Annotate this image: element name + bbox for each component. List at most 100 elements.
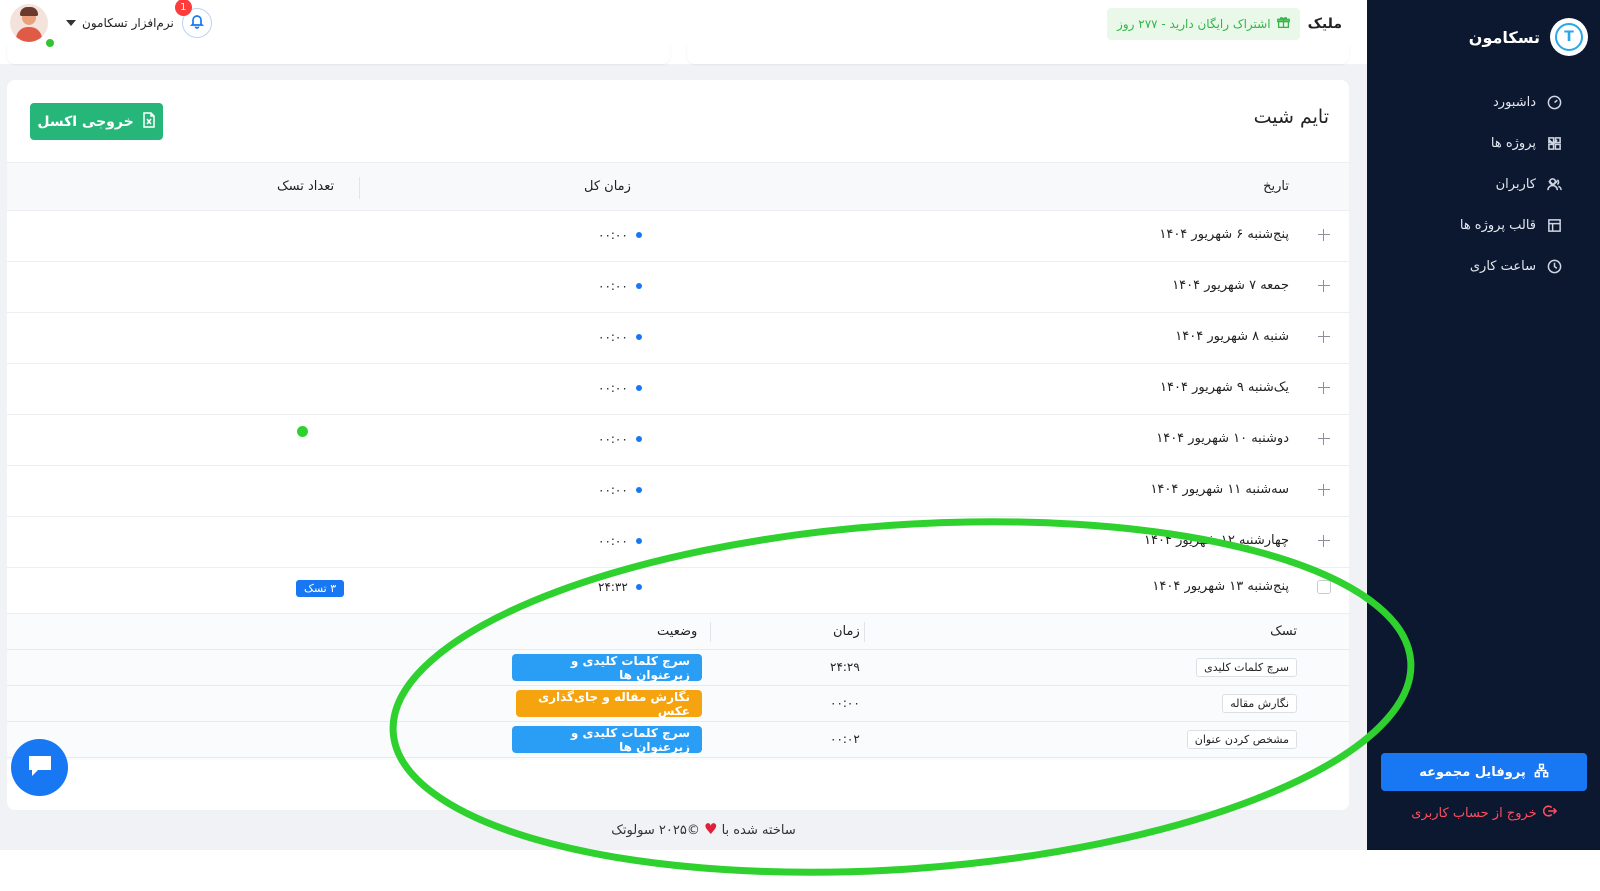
task-time: ۲۴:۲۹ [830,660,860,674]
row-time-value: ۰۰:۰۰ [598,432,628,446]
chat-bubble-icon [26,753,54,783]
row-total-time: ۰۰:۰۰ [598,381,642,395]
sidebar-item-label: پروژه ها [1490,136,1536,151]
row-total-time: ۰۰:۰۰ [598,279,642,293]
row-date: جمعه ۷ شهریور ۱۴۰۴ [1172,278,1289,293]
sidebar: T تسکامون داشبورد پروژه ها کاربران قالب … [1367,0,1600,850]
sidebar-nav: داشبورد پروژه ها کاربران قالب پروژه ها س… [1367,82,1600,287]
caret-down-icon [66,20,76,26]
table-row[interactable]: یک‌شنبه ۹ شهریور ۱۴۰۴ ۰۰:۰۰ [7,364,1349,415]
table-row[interactable]: دوشنبه ۱۰ شهریور ۱۴۰۴ ۰۰:۰۰ [7,415,1349,466]
row-total-time: ۰۰:۰۰ [598,483,642,497]
table-row-expanded[interactable]: پنج‌شنبه ۱۳ شهریور ۱۴۰۴ ۲۴:۳۲ ۳ تسک [7,563,1349,614]
sidebar-item-users[interactable]: کاربران [1367,164,1600,205]
expand-icon[interactable] [1317,279,1331,293]
row-total-time: ۰۰:۰۰ [598,432,642,446]
export-excel-button[interactable]: خروجی اکسل [30,103,163,140]
task-count-badge[interactable]: ۳ تسک [296,580,345,597]
profile-button-label: پروفایل مجموعه [1419,764,1526,780]
task-status-pill[interactable]: نگارش مقاله و جای‌گذاری عکس [516,690,702,718]
table-row[interactable]: چهارشنبه ۱۲ شهریور ۱۴۰۴ ۰۰:۰۰ [7,517,1349,568]
subscription-badge[interactable]: اشتراک رایگان دارید - ۲۷۷ روز [1107,8,1300,40]
user-name: نرم‌افزار تسکامون [82,16,174,30]
chat-button[interactable] [11,739,68,796]
sidebar-item-label: قالب پروژه ها [1459,218,1536,233]
bell-icon [189,13,205,33]
row-date: دوشنبه ۱۰ شهریور ۱۴۰۴ [1156,431,1289,446]
brand-logo: T [1550,18,1588,56]
gift-icon [1276,16,1290,32]
column-separator [864,622,865,642]
subtable-row[interactable]: سرچ کلمات کلیدی ۲۴:۲۹ سرچ کلمات کلیدی و … [7,650,1349,686]
brand[interactable]: T تسکامون [1469,18,1588,56]
excel-file-icon [142,111,156,132]
table-row[interactable]: سه‌شنبه ۱۱ شهریور ۱۴۰۴ ۰۰:۰۰ [7,466,1349,517]
status-dot-icon [635,283,642,289]
row-time-value: ۰۰:۰۰ [598,279,628,293]
company-name: ملیک [1307,16,1342,32]
row-time-value: ۰۰:۰۰ [598,381,628,395]
chevron-down-icon[interactable] [1545,136,1559,150]
organization-profile-button[interactable]: پروفایل مجموعه [1381,753,1587,791]
row-time-value: ۰۰:۰۰ [598,483,628,497]
status-dot-icon [635,584,642,590]
expand-icon[interactable] [1317,330,1331,344]
subtable-row[interactable]: مشخص کردن عنوان ۰۰:۰۲ سرچ کلمات کلیدی و … [7,722,1349,758]
sidebar-item-templates[interactable]: قالب پروژه ها [1367,205,1600,246]
task-name-tag[interactable]: نگارش مقاله [1222,694,1297,713]
top-left-header: نرم‌افزار تسکامون 1 [10,0,212,49]
chevron-down-icon[interactable] [1545,177,1559,191]
status-dot-icon [635,538,642,544]
column-header-date[interactable]: تاریخ [1263,179,1289,194]
page-title: تایم شیت [1253,106,1329,128]
task-status-pill[interactable]: سرچ کلمات کلیدی و زیرعنوان ها [512,726,702,754]
logout-label: خروج از حساب کاربری [1411,805,1537,821]
heart-icon: ♥ [704,820,718,838]
sidebar-item-projects[interactable]: پروژه ها [1367,123,1600,164]
row-date: چهارشنبه ۱۲ شهریور ۱۴۰۴ [1144,533,1289,548]
task-name-tag[interactable]: سرچ کلمات کلیدی [1196,658,1297,677]
task-status-pill[interactable]: سرچ کلمات کلیدی و زیرعنوان ها [512,654,702,682]
task-time: ۰۰:۰۲ [830,732,860,746]
expand-icon[interactable] [1317,228,1331,242]
table-row[interactable]: پنج‌شنبه ۶ شهریور ۱۴۰۴ ۰۰:۰۰ [7,211,1349,262]
status-dot-icon [635,436,642,442]
logout-link[interactable]: خروج از حساب کاربری [1381,804,1587,822]
avatar[interactable] [10,4,48,42]
subtable-row[interactable]: نگارش مقاله ۰۰:۰۰ نگارش مقاله و جای‌گذار… [7,686,1349,722]
sidebar-item-dashboard[interactable]: داشبورد [1367,82,1600,123]
expand-icon[interactable] [1317,432,1331,446]
notifications-button[interactable]: 1 [174,0,212,38]
expand-icon[interactable] [1317,381,1331,395]
task-subtable: تسک زمان وضعیت سرچ کلمات کلیدی ۲۴:۲۹ سرچ… [7,614,1349,760]
expand-icon[interactable] [1317,483,1331,497]
export-excel-label: خروجی اکسل [37,113,134,130]
row-total-time: ۲۴:۳۲ [598,580,642,594]
row-date: شنبه ۸ شهریور ۱۴۰۴ [1175,329,1289,344]
timesheet-card: تایم شیت خروجی اکسل تاریخ زمان کل تعداد … [7,80,1349,810]
row-time-value: ۰۰:۰۰ [598,228,628,242]
footer-prefix: ساخته شده با [721,823,796,838]
sidebar-item-label: ساعت کاری [1469,259,1536,274]
column-header-task-count[interactable]: تعداد تسک [277,179,334,194]
sidebar-item-label: کاربران [1495,177,1536,192]
status-dot-icon [635,385,642,391]
user-menu[interactable]: نرم‌افزار تسکامون [66,16,174,30]
table-row[interactable]: جمعه ۷ شهریور ۱۴۰۴ ۰۰:۰۰ [7,262,1349,313]
dashboard-icon [1546,95,1562,111]
collapse-icon[interactable] [1317,580,1331,594]
row-date: یک‌شنبه ۹ شهریور ۱۴۰۴ [1160,380,1289,395]
task-name-tag[interactable]: مشخص کردن عنوان [1186,730,1297,749]
table-row[interactable]: شنبه ۸ شهریور ۱۴۰۴ ۰۰:۰۰ [7,313,1349,364]
top-right-header: ملیک اشتراک رایگان دارید - ۲۷۷ روز [1107,8,1342,40]
sidebar-item-working-hours[interactable]: ساعت کاری [1367,246,1600,287]
row-date: پنج‌شنبه ۶ شهریور ۱۴۰۴ [1159,227,1289,242]
row-time-value: ۰۰:۰۰ [598,534,628,548]
footer-suffix: ©۲۰۲۵ سولوتک [611,823,700,838]
column-header-total-time[interactable]: زمان کل [584,179,631,194]
subtable-header-time: زمان [833,624,860,639]
expand-icon[interactable] [1317,534,1331,548]
row-time-value: ۰۰:۰۰ [598,330,628,344]
table-header: تاریخ زمان کل تعداد تسک [7,162,1349,211]
notification-count: 1 [174,0,192,16]
